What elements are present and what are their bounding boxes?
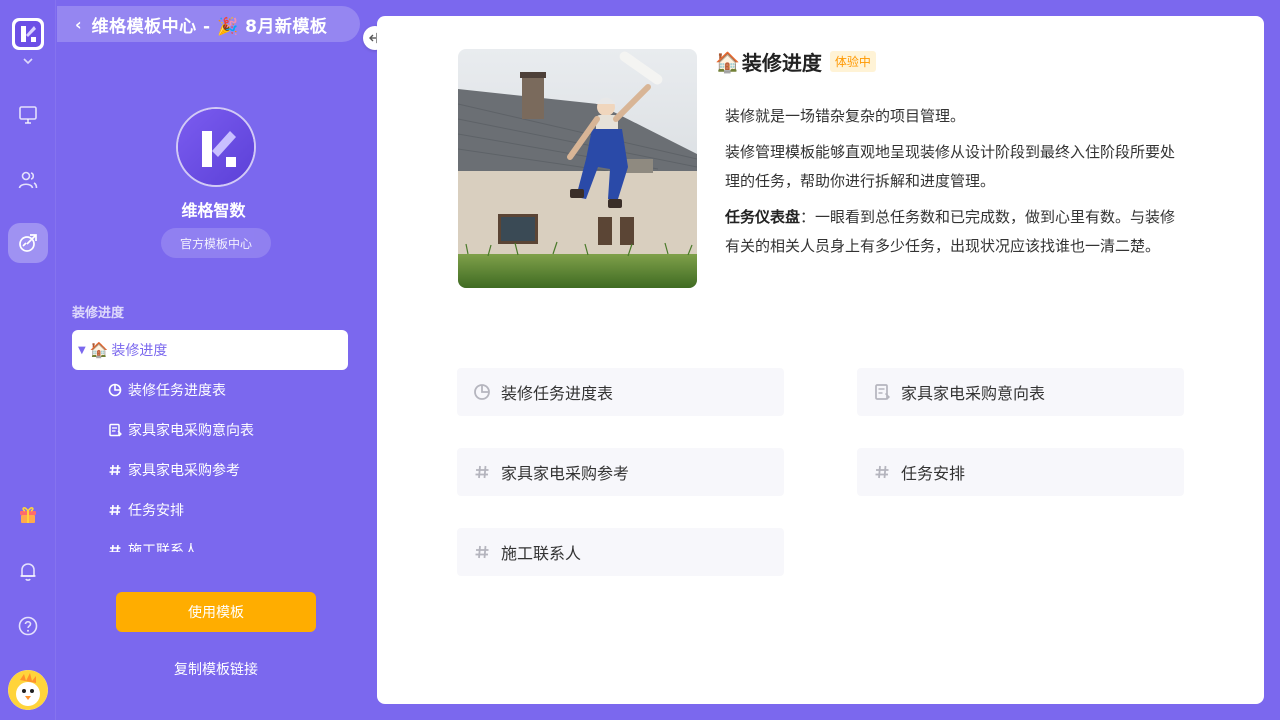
template-tree: ▼ 🏠 装修进度 装修任务进度表 家具家电采购意向表 家具家电采购参考 任务安排…: [72, 330, 348, 552]
monitor-icon: [19, 106, 37, 124]
header-title: 维格模板中心 - 🎉 8月新模板: [91, 16, 328, 37]
card-label: 施工联系人: [501, 544, 582, 563]
desc-highlight: 任务仪表盘: [725, 208, 801, 226]
tree-item-label: 装修任务进度表: [128, 383, 226, 399]
desc-paragraph: 装修就是一场错杂复杂的项目管理。: [725, 107, 966, 125]
notifications-button[interactable]: [8, 551, 48, 591]
tree-item-purchase-reference[interactable]: 家具家电采购参考: [72, 450, 348, 490]
template-center-button[interactable]: [8, 223, 48, 263]
template-detail-panel: 🏠 装修进度 体验中 装修就是一场错杂复杂的项目管理。 装修管理模板能够直观地呈…: [377, 16, 1264, 704]
tree-item-contacts[interactable]: 施工联系人: [72, 530, 348, 552]
datasheet-card-task-progress[interactable]: 装修任务进度表: [457, 368, 784, 416]
tree-item-label: 家具家电采购参考: [128, 463, 240, 479]
house-icon: 🏠: [715, 49, 740, 74]
nav-rail: [0, 0, 56, 720]
brand-logo: [176, 107, 256, 187]
trial-badge: 体验中: [829, 51, 876, 72]
tree-root-folder[interactable]: ▼ 🏠 装修进度: [72, 330, 348, 370]
use-template-button[interactable]: 使用模板: [116, 592, 316, 632]
dashboard-icon: [108, 383, 122, 397]
members-button[interactable]: [8, 160, 48, 200]
app-logo[interactable]: [12, 18, 44, 50]
template-icon: [19, 234, 37, 252]
template-cover-image: [458, 49, 697, 288]
tree-section-label: 装修进度: [72, 306, 125, 321]
gift-icon: [20, 507, 36, 523]
template-sidebar: ‹ 维格模板中心 - 🎉 8月新模板 维格智数 官方模板中心 装修进度 ▼ 🏠 …: [57, 0, 370, 720]
desc-paragraph: 任务仪表盘：一眼看到总任务数和已完成数，做到心里有数。与装修有关的相关人员身上有…: [725, 203, 1185, 261]
card-label: 家具家电采购参考: [501, 464, 630, 483]
tree-item-label: 施工联系人: [128, 543, 198, 552]
card-label: 装修任务进度表: [501, 384, 614, 403]
dashboard-icon: [473, 383, 491, 401]
help-button[interactable]: [8, 606, 48, 646]
form-icon: [873, 383, 891, 401]
tree-item-task-progress[interactable]: 装修任务进度表: [72, 370, 348, 410]
datasheet-card-purchase-reference[interactable]: 家具家电采购参考: [457, 448, 784, 496]
workbench-button[interactable]: [8, 95, 48, 135]
template-title-text: 装修进度: [741, 51, 822, 75]
brand-name: 维格智数: [181, 201, 246, 220]
datasheet-card-contacts[interactable]: 施工联系人: [457, 528, 784, 576]
bell-icon: [20, 563, 36, 581]
official-badge: 官方模板中心: [161, 228, 271, 258]
caret-down-icon[interactable]: ▼: [78, 345, 86, 356]
grid-icon: [473, 543, 491, 561]
description-fade: [725, 256, 1185, 290]
chevron-down-icon[interactable]: [21, 55, 35, 67]
card-label: 任务安排: [901, 464, 966, 483]
datasheet-card-purchase-intent[interactable]: 家具家电采购意向表: [857, 368, 1184, 416]
template-title: 🏠 装修进度 体验中: [715, 47, 876, 76]
grid-icon: [108, 463, 122, 477]
gift-button[interactable]: [8, 494, 48, 534]
form-icon: [108, 423, 122, 437]
template-center-header[interactable]: ‹ 维格模板中心 - 🎉 8月新模板: [57, 6, 360, 42]
avatar[interactable]: [8, 670, 48, 710]
tree-item-label: 家具家电采购意向表: [128, 423, 254, 439]
grid-icon: [473, 463, 491, 481]
datasheet-card-task-schedule[interactable]: 任务安排: [857, 448, 1184, 496]
users-icon: [18, 171, 38, 189]
grid-icon: [108, 543, 122, 552]
chevron-left-icon[interactable]: ‹: [75, 15, 82, 34]
house-icon: 🏠: [89, 341, 109, 359]
chick-avatar-icon: [8, 670, 48, 710]
grid-icon: [873, 463, 891, 481]
tree-root-label: 装修进度: [111, 343, 168, 359]
card-label: 家具家电采购意向表: [901, 384, 1046, 403]
grid-icon: [108, 503, 122, 517]
desc-paragraph: 装修管理模板能够直观地呈现装修从设计阶段到最终入住阶段所要处理的任务，帮助你进行…: [725, 143, 1176, 190]
tree-item-label: 任务安排: [128, 503, 184, 519]
tree-item-task-schedule[interactable]: 任务安排: [72, 490, 348, 530]
help-icon: [18, 616, 38, 636]
tree-item-purchase-intent[interactable]: 家具家电采购意向表: [72, 410, 348, 450]
copy-template-link[interactable]: 复制模板链接: [57, 659, 375, 679]
